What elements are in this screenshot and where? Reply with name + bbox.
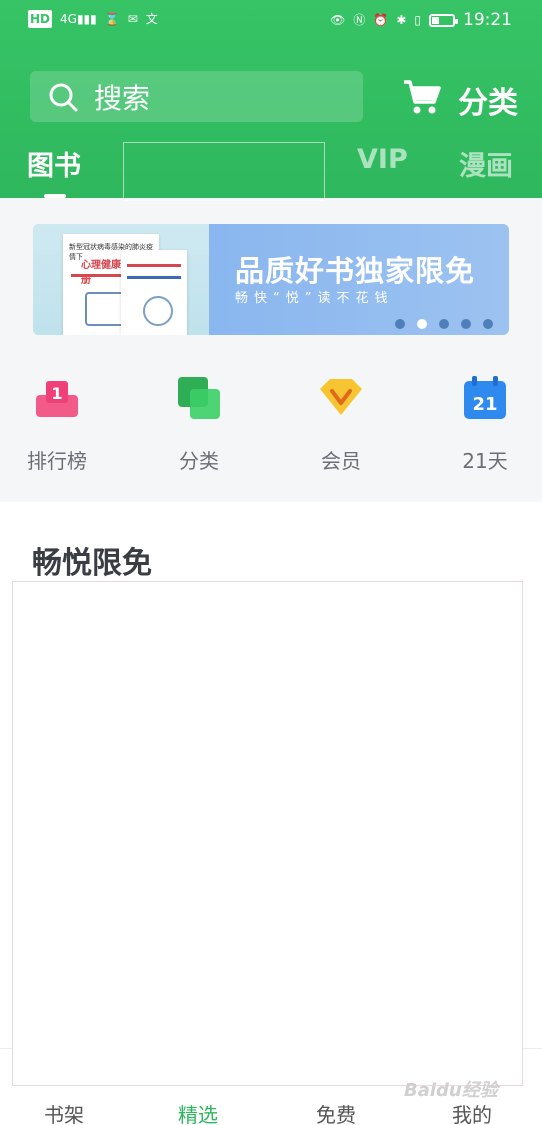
pagination-dot[interactable] [461, 319, 471, 329]
clock-time: 19:21 [463, 10, 512, 30]
banner-book-art: 新型冠状病毒感染的肺炎疫情下 心理健康 指导手册 [33, 224, 209, 335]
banner-subtitle: 畅快“悦”读不花钱 [235, 291, 394, 306]
status-bar: HD 4G▮▮▮ ⌛ ✉ 文 👁 Ⓝ ⏰ ✱ ▯ 19:21 [0, 0, 542, 40]
search-icon [49, 83, 78, 111]
entry-ranking[interactable]: 1 排行榜 [2, 365, 112, 473]
translate-icon: 文 [145, 12, 158, 26]
hd-icon: HD [28, 10, 53, 28]
promo-banner[interactable]: 新型冠状病毒感染的肺炎疫情下 心理健康 指导手册 品质好书独家限免 畅快“悦”读… [33, 224, 509, 335]
classify-button[interactable]: 分类 [458, 78, 518, 122]
vibrate-icon: ▯ [414, 13, 421, 27]
pagination-dot[interactable] [483, 319, 493, 329]
status-left: HD 4G▮▮▮ ⌛ ✉ 文 [28, 10, 158, 28]
signal-icon: 4G▮▮▮ [60, 12, 97, 26]
tab-indicator [44, 194, 66, 198]
eye-icon: 👁 [330, 13, 346, 27]
entry-vip[interactable]: 会员 [286, 365, 396, 473]
quick-entries: 1 排行榜 分类 会员 21 21天 [0, 365, 542, 500]
entry-21days-label: 21天 [462, 449, 508, 473]
clipboard-art [85, 292, 125, 326]
calendar-icon-text: 21 [472, 394, 497, 415]
cart-icon[interactable] [402, 76, 442, 116]
battery-icon [429, 13, 458, 27]
tab-vip[interactable]: VIP [357, 144, 408, 175]
svg-text:1: 1 [51, 384, 62, 403]
book2-rule-red [127, 264, 181, 267]
alarm-icon: ⏰ [373, 13, 389, 27]
banner-pagination [395, 319, 493, 329]
tab-books[interactable]: 图书 [27, 144, 81, 183]
nav-mine[interactable]: 我的 [452, 1099, 492, 1125]
book-cover-2 [121, 250, 187, 335]
mail-icon: ✉ [127, 12, 138, 26]
nfc-icon: Ⓝ [353, 13, 366, 27]
hourglass-icon: ⌛ [104, 12, 120, 26]
entry-21days[interactable]: 21 21天 [430, 365, 540, 473]
pagination-dot[interactable] [439, 319, 449, 329]
entry-category-label: 分类 [179, 449, 219, 473]
section-title: 畅悦限免 [32, 546, 152, 581]
bluetooth-icon: ✱ [396, 13, 407, 27]
nav-featured[interactable]: 精选 [178, 1099, 218, 1125]
entry-vip-label: 会员 [321, 449, 361, 473]
nav-free[interactable]: 免费 [316, 1099, 356, 1125]
calendar-icon: 21 [464, 376, 506, 419]
tab-comics[interactable]: 漫画 [459, 144, 513, 183]
overlay-panel [12, 581, 523, 1086]
status-right: 👁 Ⓝ ⏰ ✱ ▯ 19:21 [330, 10, 512, 30]
pagination-dot-active[interactable] [417, 319, 427, 329]
nav-bookshelf[interactable]: 书架 [44, 1099, 84, 1125]
book2-rule-blue [127, 276, 181, 279]
entry-category[interactable]: 分类 [144, 365, 254, 473]
header: HD 4G▮▮▮ ⌛ ✉ 文 👁 Ⓝ ⏰ ✱ ▯ 19:21 搜索 分类 图书 [0, 0, 542, 201]
vip-icon [320, 379, 362, 415]
pagination-dot[interactable] [395, 319, 405, 329]
entry-ranking-label: 排行榜 [27, 449, 87, 473]
watermark: Baidu经验 [404, 1080, 498, 1101]
virus-art [143, 296, 173, 326]
search-placeholder: 搜索 [94, 81, 151, 115]
search-bar[interactable]: 搜索 [30, 71, 363, 122]
ranking-icon: 1 [36, 381, 78, 417]
category-icon [178, 377, 220, 419]
tab-placeholder-box [123, 142, 325, 201]
banner-title: 品质好书独家限免 [235, 254, 476, 288]
